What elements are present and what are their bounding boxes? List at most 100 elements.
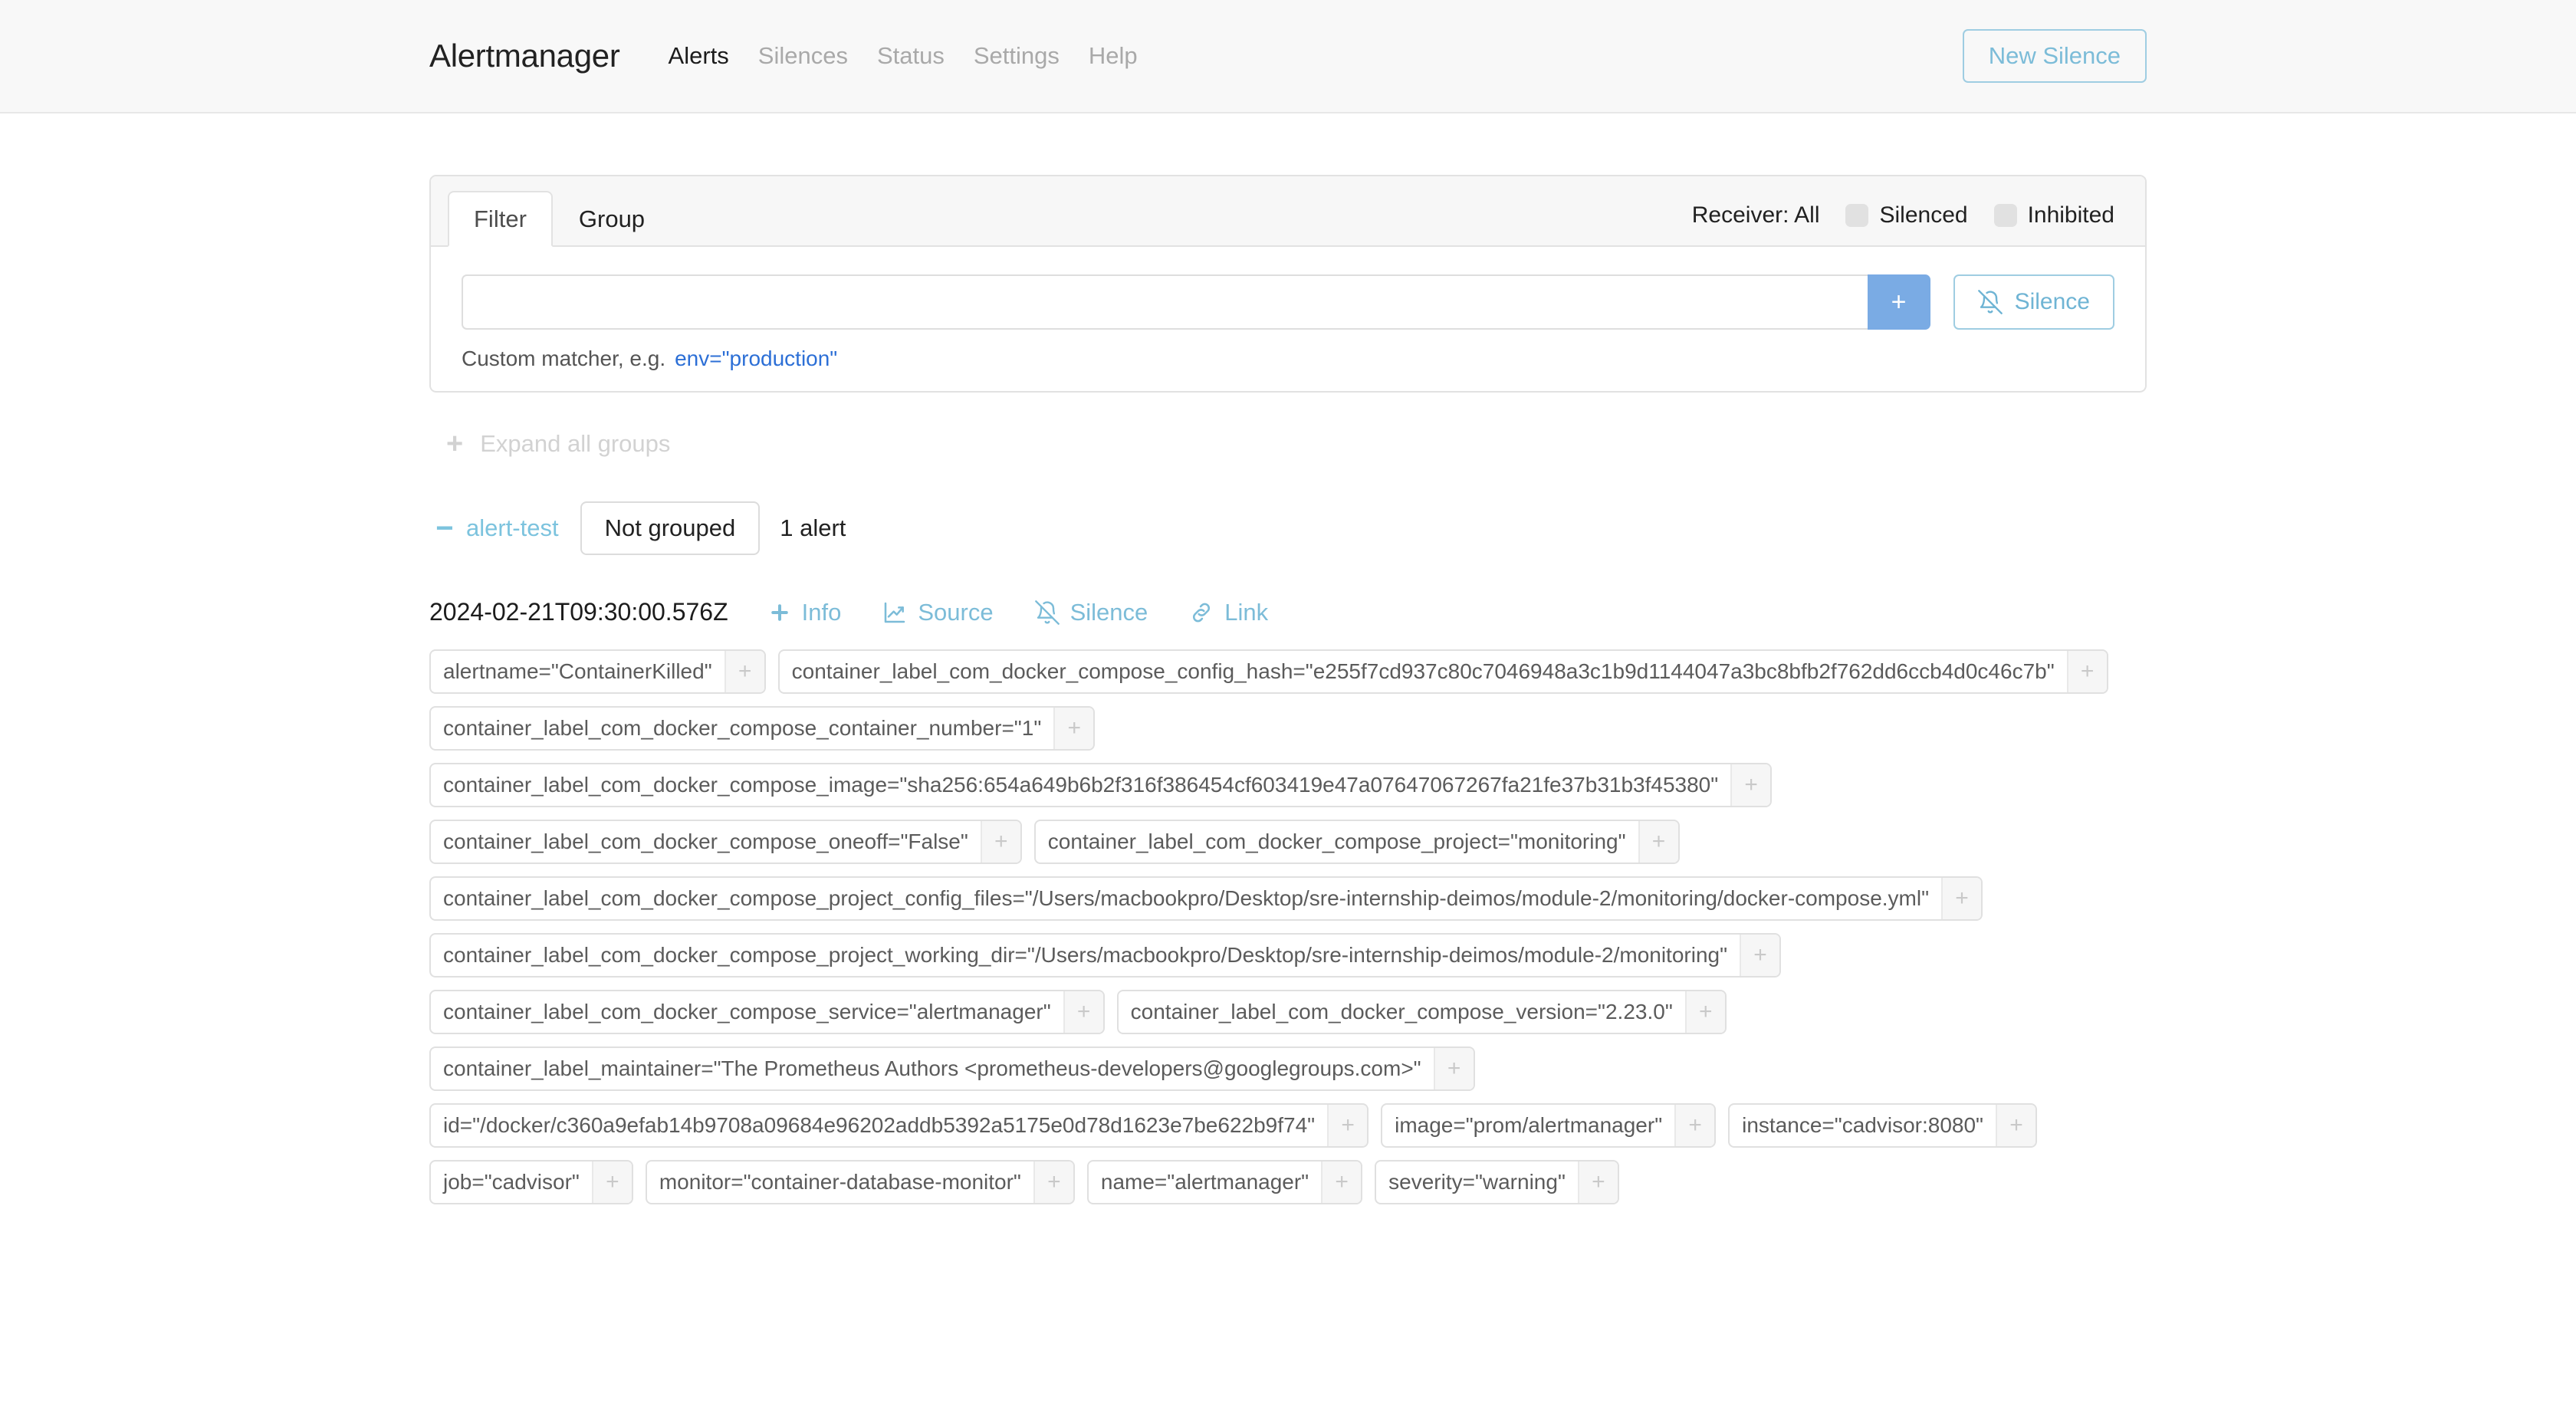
alert-item: 2024-02-21T09:30:00.576Z Info Source Sil… bbox=[429, 598, 2147, 1204]
filter-card: Filter Group Receiver: All Silenced Inhi… bbox=[429, 175, 2147, 393]
alert-label-add-filter-button[interactable]: + bbox=[1996, 1105, 2036, 1146]
alert-label-text: severity="warning" bbox=[1388, 1170, 1566, 1194]
nav-link-silences[interactable]: Silences bbox=[744, 42, 863, 70]
nav-link-help[interactable]: Help bbox=[1074, 42, 1152, 70]
alert-label-text: container_label_com_docker_compose_oneof… bbox=[443, 830, 968, 853]
alert-timestamp: 2024-02-21T09:30:00.576Z bbox=[429, 598, 728, 626]
tab-group[interactable]: Group bbox=[553, 191, 671, 247]
alert-label-add-filter-button[interactable]: + bbox=[2066, 651, 2107, 692]
alert-meta-row: 2024-02-21T09:30:00.576Z Info Source Sil… bbox=[429, 598, 2147, 626]
alert-label-add-filter-button[interactable]: + bbox=[1941, 878, 1982, 919]
matcher-input-row: + Silence bbox=[462, 274, 2114, 330]
alert-label-add-filter-button[interactable]: + bbox=[1674, 1105, 1715, 1146]
alert-label-pill: name="alertmanager" + bbox=[1086, 1160, 1363, 1204]
alert-label-add-filter-button[interactable]: + bbox=[1063, 991, 1103, 1033]
alert-label-text: alertname="ContainerKilled" bbox=[443, 659, 712, 683]
not-grouped-button[interactable]: Not grouped bbox=[580, 501, 761, 555]
alert-label-pill: monitor="container-database-monitor" + bbox=[645, 1160, 1075, 1204]
alert-source-action[interactable]: Source bbox=[882, 599, 994, 626]
alert-label-add-filter-button[interactable]: + bbox=[1033, 1162, 1073, 1203]
alert-label-text: monitor="container-database-monitor" bbox=[659, 1170, 1021, 1194]
receiver-dropdown[interactable]: Receiver: All bbox=[1692, 202, 1820, 228]
alert-label-pill: container_label_com_docker_compose_servi… bbox=[429, 990, 1105, 1034]
alert-label-text: name="alertmanager" bbox=[1100, 1170, 1309, 1194]
matcher-input[interactable] bbox=[462, 274, 1868, 330]
alert-label-add-filter-button[interactable]: + bbox=[1433, 1048, 1474, 1089]
expand-all-label: Expand all groups bbox=[480, 430, 671, 457]
silenced-toggle-label: Silenced bbox=[1879, 202, 1968, 228]
alert-label-text: container_label_com_docker_compose_proje… bbox=[1047, 830, 1626, 853]
new-silence-button[interactable]: New Silence bbox=[1962, 29, 2147, 83]
inhibited-toggle-switch[interactable] bbox=[1993, 204, 2017, 227]
page-content: Filter Group Receiver: All Silenced Inhi… bbox=[429, 113, 2147, 1204]
alert-label-pill: container_label_maintainer="The Promethe… bbox=[429, 1046, 1475, 1091]
alert-label-add-filter-button[interactable]: + bbox=[1740, 935, 1780, 976]
inhibited-toggle-label: Inhibited bbox=[2027, 202, 2114, 228]
filter-card-body: + Silence Custom matcher, e.g. env="prod… bbox=[431, 247, 2145, 391]
silenced-toggle[interactable]: Silenced bbox=[1845, 202, 1968, 228]
plus-icon: + bbox=[446, 428, 464, 460]
alert-group-header: − alert-test Not grouped 1 alert bbox=[429, 501, 2147, 555]
alert-silence-action[interactable]: Silence bbox=[1034, 599, 1148, 626]
matcher-hint-text: Custom matcher, e.g. bbox=[462, 347, 666, 370]
alert-label-add-filter-button[interactable]: + bbox=[1684, 991, 1725, 1033]
chain-link-icon bbox=[1189, 600, 1214, 625]
alert-label-text: container_label_com_docker_compose_servi… bbox=[443, 1000, 1051, 1024]
alert-label-pill: container_label_com_docker_compose_confi… bbox=[777, 649, 2108, 694]
alert-label-list: alertname="ContainerKilled" + container_la… bbox=[429, 649, 2147, 1204]
inhibited-toggle[interactable]: Inhibited bbox=[1993, 202, 2114, 228]
group-name-label[interactable]: alert-test bbox=[466, 514, 559, 542]
minus-icon[interactable]: − bbox=[429, 513, 460, 544]
alert-label-text: job="cadvisor" bbox=[443, 1170, 580, 1194]
top-navbar: Alertmanager Alerts Silences Status Sett… bbox=[0, 0, 2576, 113]
alert-label-add-filter-button[interactable]: + bbox=[1053, 708, 1094, 749]
silenced-toggle-switch[interactable] bbox=[1845, 204, 1869, 227]
silence-filter-label: Silence bbox=[2014, 289, 2090, 314]
alert-label-pill: container_label_com_docker_compose_conta… bbox=[429, 706, 1096, 751]
alert-label-pill: instance="cadvisor:8080" + bbox=[1728, 1103, 2037, 1148]
nav-link-settings[interactable]: Settings bbox=[959, 42, 1074, 70]
alert-label-pill: container_label_com_docker_compose_proje… bbox=[429, 933, 1782, 978]
alert-label-pill: container_label_com_docker_compose_proje… bbox=[429, 876, 1983, 921]
alert-label-add-filter-button[interactable]: + bbox=[1321, 1162, 1362, 1203]
alert-label-pill: job="cadvisor" + bbox=[429, 1160, 633, 1204]
alert-label-text: container_label_com_docker_compose_confi… bbox=[791, 659, 2055, 683]
matcher-hint-link[interactable]: env="production" bbox=[675, 347, 837, 370]
alert-label-text: container_label_com_docker_compose_proje… bbox=[443, 943, 1728, 967]
alert-link-action[interactable]: Link bbox=[1189, 599, 1268, 626]
chart-line-icon bbox=[882, 600, 907, 625]
alert-label-pill: container_label_com_docker_compose_proje… bbox=[1033, 820, 1680, 864]
bell-slash-icon bbox=[1977, 290, 2003, 314]
alert-info-action[interactable]: Info bbox=[768, 599, 841, 626]
plus-icon bbox=[768, 601, 791, 624]
alert-label-add-filter-button[interactable]: + bbox=[1327, 1105, 1368, 1146]
alert-label-pill: container_label_com_docker_compose_oneof… bbox=[429, 820, 1022, 864]
nav-link-alerts[interactable]: Alerts bbox=[654, 42, 744, 70]
alert-label-add-filter-button[interactable]: + bbox=[1577, 1162, 1618, 1203]
alert-label-add-filter-button[interactable]: + bbox=[591, 1162, 632, 1203]
nav-link-status[interactable]: Status bbox=[863, 42, 959, 70]
alert-label-text: container_label_com_docker_compose_image… bbox=[443, 773, 1719, 797]
alert-label-text: image="prom/alertmanager" bbox=[1395, 1113, 1663, 1137]
matcher-hint: Custom matcher, e.g. env="production" bbox=[462, 347, 2114, 371]
add-matcher-button[interactable]: + bbox=[1867, 274, 1930, 330]
tab-filter[interactable]: Filter bbox=[448, 190, 553, 247]
alert-label-text: instance="cadvisor:8080" bbox=[1742, 1113, 1983, 1137]
alert-label-add-filter-button[interactable]: + bbox=[724, 651, 764, 692]
brand-logo[interactable]: Alertmanager bbox=[429, 38, 620, 74]
alert-label-add-filter-button[interactable]: + bbox=[1638, 821, 1678, 863]
filter-card-header: Filter Group Receiver: All Silenced Inhi… bbox=[431, 176, 2145, 247]
alert-label-text: container_label_com_docker_compose_versi… bbox=[1130, 1000, 1673, 1024]
alert-count-label: 1 alert bbox=[780, 514, 846, 541]
alert-label-pill: id="/docker/c360a9efab14b9708a09684e9620… bbox=[429, 1103, 1369, 1148]
alert-label-add-filter-button[interactable]: + bbox=[1730, 764, 1771, 806]
bell-slash-icon bbox=[1034, 600, 1060, 625]
alert-label-add-filter-button[interactable]: + bbox=[980, 821, 1020, 863]
expand-all-groups[interactable]: + Expand all groups bbox=[429, 429, 2147, 458]
nav-links: Alerts Silences Status Settings Help bbox=[654, 42, 1152, 70]
filter-tabs: Filter Group bbox=[445, 176, 671, 247]
alert-label-pill: image="prom/alertmanager" + bbox=[1381, 1103, 1717, 1148]
alert-label-text: container_label_com_docker_compose_proje… bbox=[443, 886, 1930, 910]
silence-filter-button[interactable]: Silence bbox=[1953, 274, 2114, 330]
alert-label-pill: container_label_com_docker_compose_image… bbox=[429, 763, 1773, 807]
